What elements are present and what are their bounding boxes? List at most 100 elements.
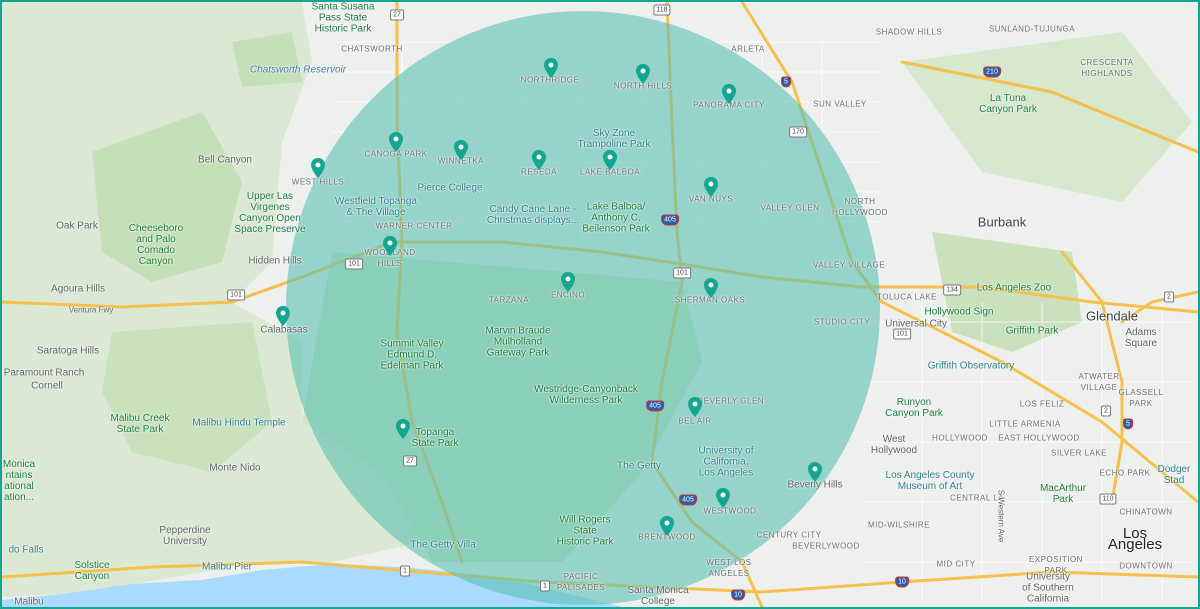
map-pin-icon [808, 462, 822, 482]
label-pepperdine: Pepperdine University [159, 525, 211, 547]
label-tarzana: TARZANA [488, 295, 530, 305]
map-marker-brentwood[interactable] [660, 516, 674, 536]
label-ventura-fwy: Ventura Fwy [68, 305, 114, 315]
label-western-ave: S Western Ave [996, 489, 1006, 543]
label-burbank: Burbank [977, 214, 1027, 230]
label-arleta: ARLETA [731, 44, 765, 54]
label-dodger-stadium: Dodger Stad [1157, 464, 1191, 486]
park-area-verdugo [902, 32, 1192, 202]
label-cheeseboro: Cheeseboro and Palo Comado Canyon [128, 223, 184, 267]
map-marker-lake-balboa[interactable] [603, 150, 617, 170]
map-marker-northridge[interactable] [544, 58, 558, 78]
label-getty-villa: The Getty Villa [410, 539, 476, 551]
map-marker-calabasas[interactable] [276, 306, 290, 326]
label-westfield-topanga: Westfield Topanga & The Village [335, 196, 417, 218]
map-pin-icon [276, 306, 290, 326]
map-marker-sherman-oaks[interactable] [704, 278, 718, 298]
map-marker-westwood[interactable] [716, 488, 730, 508]
map-marker-bel-air[interactable] [688, 397, 702, 417]
map-marker-winnetka[interactable] [454, 140, 468, 160]
highway-shield: 118 [653, 4, 671, 16]
label-bell-canyon: Bell Canyon [198, 154, 252, 166]
label-adams-square: Adams Square [1124, 327, 1158, 349]
label-macarthur-park: MacArthur Park [1039, 483, 1087, 505]
label-monte-nido: Monte Nido [209, 462, 261, 474]
map-pin-icon [311, 158, 325, 178]
map-pin-icon [660, 516, 674, 536]
highway-shield: 10 [731, 589, 745, 601]
label-la-zoo: Los Angeles Zoo [976, 282, 1052, 294]
label-malibu-pier: Malibu Pier [201, 561, 253, 573]
highway-shield: 405 [661, 214, 679, 226]
highway-shield: 27 [403, 455, 417, 467]
label-will-rogers: Will Rogers State Historic Park [556, 514, 614, 548]
label-westridge: Westridge-Canyonback Wilderness Park [534, 384, 638, 406]
map-pin-icon [383, 236, 397, 256]
label-hollywood: HOLLYWOOD [932, 433, 988, 443]
highway-shield: 134 [943, 284, 961, 296]
highway-shield: 110 [1099, 493, 1117, 505]
label-summit-valley: Summit Valley Edmund D. Edelman Park [380, 338, 444, 372]
label-ucla: University of California, Los Angeles [698, 445, 754, 479]
label-solstice-canyon: Solstice Canyon [74, 560, 110, 582]
map-marker-encino[interactable] [561, 272, 575, 292]
map-marker-beverly-hills[interactable] [808, 462, 822, 482]
highway-shield: 101 [893, 328, 911, 340]
label-lacma: Los Angeles County Museum of Art [885, 470, 975, 492]
map-marker-canoga-park[interactable] [389, 132, 403, 152]
label-santa-susana: Santa Susana Pass State Historic Park [311, 1, 375, 35]
label-los-angeles: Los Angeles [1107, 525, 1163, 553]
label-sun-valley: SUN VALLEY [813, 99, 867, 109]
map-marker-west-hills[interactable] [311, 158, 325, 178]
label-candy-cane-lane: Candy Cane Lane - Christmas displays... [486, 204, 580, 226]
label-valley-glen: VALLEY GLEN [760, 203, 820, 213]
map-marker-topanga[interactable] [396, 419, 410, 439]
label-paramount-ranch: Paramount Ranch [3, 367, 85, 379]
label-pacific-palisades: PACIFIC PALISADES [556, 572, 606, 592]
map-marker-woodland-hills[interactable] [383, 236, 397, 256]
highway-shield: 5 [781, 76, 791, 88]
highway-shield: 2 [1101, 405, 1111, 417]
label-west-hollywood: West Hollywood [870, 434, 918, 456]
highway-shield: 210 [983, 66, 1001, 78]
map-marker-reseda[interactable] [532, 150, 546, 170]
label-east-hollywood: EAST HOLLYWOOD [998, 433, 1080, 443]
label-saratoga-hills: Saratoga Hills [36, 345, 100, 357]
label-west-hills: WEST HILLS [291, 177, 345, 187]
label-oak-park: Oak Park [56, 220, 98, 232]
label-santa-monica-mountains-left: Monica ntains ational ation... [2, 459, 36, 503]
label-beverly-glen: BEVERLY GLEN [697, 396, 765, 406]
highway-shield: 101 [227, 289, 245, 301]
label-north-hollywood: NORTH HOLLYWOOD [832, 197, 888, 217]
label-studio-city: STUDIO CITY [813, 317, 871, 327]
label-toluca-lake: TOLUCA LAKE [876, 292, 938, 302]
label-sunland-tujunga: SUNLAND-TUJUNGA [988, 24, 1076, 34]
label-silver-lake: SILVER LAKE [1050, 448, 1108, 458]
map-marker-panorama-city[interactable] [722, 84, 736, 104]
map-canvas[interactable]: Santa Susana Pass State Historic Park CH… [0, 0, 1200, 609]
label-glassell-park: GLASSELL PARK [1118, 388, 1164, 408]
map-marker-north-hills[interactable] [636, 64, 650, 84]
label-crescenta-highlands: CRESCENTA HIGHLANDS [1080, 58, 1134, 78]
highway-shield: 1 [400, 565, 410, 577]
label-usc: University of Southern California [1022, 571, 1074, 605]
label-mid-city: MID CITY [936, 559, 976, 569]
highway-shield: 5 [1123, 418, 1133, 430]
highway-shield: 10 [895, 576, 909, 588]
label-little-armenia: LITTLE ARMENIA [989, 419, 1061, 429]
highway-shield: 27 [390, 9, 404, 21]
label-shadow-hills: SHADOW HILLS [875, 27, 943, 37]
highway-shield: 101 [345, 258, 363, 270]
label-hollywood-sign: Hollywood Sign [924, 306, 994, 318]
map-marker-van-nuys[interactable] [704, 177, 718, 197]
map-pin-icon [636, 64, 650, 84]
label-griffith-park: Griffith Park [1005, 325, 1059, 337]
map-pin-icon [716, 488, 730, 508]
label-malibu-creek: Malibu Creek State Park [110, 413, 170, 435]
park-area-santa-susana [232, 32, 302, 87]
map-pin-icon [603, 150, 617, 170]
label-cornell: Cornell [31, 380, 63, 392]
label-santa-monica-college: Santa Monica College [627, 585, 689, 607]
map-pin-icon [544, 58, 558, 78]
map-pin-icon [389, 132, 403, 152]
